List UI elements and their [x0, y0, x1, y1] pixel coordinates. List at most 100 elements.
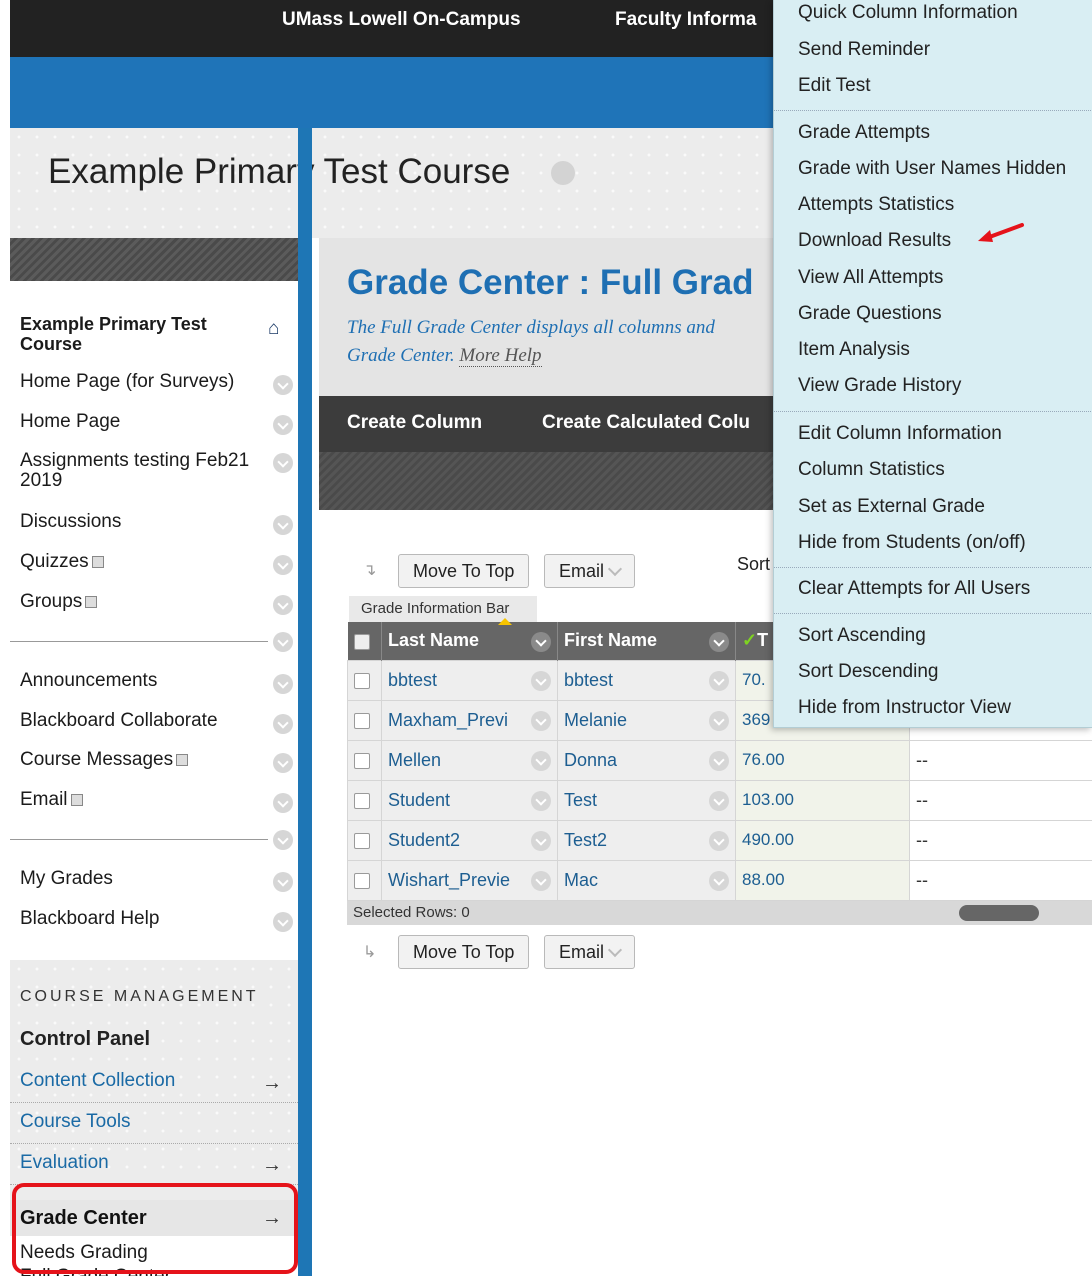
chevron-down-icon[interactable] — [273, 753, 293, 773]
select-all-header[interactable] — [347, 622, 382, 660]
menu-item-edit-column-information[interactable]: Edit Column Information — [798, 423, 1002, 445]
chevron-down-icon[interactable] — [273, 595, 293, 615]
sidebar-item-discussions[interactable]: Discussions — [20, 511, 121, 533]
chevron-down-icon[interactable] — [531, 670, 551, 691]
menu-item-grade-attempts[interactable]: Grade Attempts — [798, 122, 930, 144]
tab-umass-lowell-on-campus[interactable]: UMass Lowell On-Campus — [282, 9, 521, 31]
chevron-down-icon[interactable] — [551, 161, 575, 185]
chevron-down-icon[interactable] — [709, 790, 729, 811]
sidebar-item-announcements[interactable]: Announcements — [20, 670, 157, 692]
sidebar-course-link[interactable]: Example Primary Test Course — [20, 314, 260, 354]
chevron-down-icon[interactable] — [273, 830, 293, 850]
chevron-down-icon[interactable] — [273, 632, 293, 652]
row-select-cell[interactable] — [347, 779, 382, 821]
menu-item-send-reminder[interactable]: Send Reminder — [798, 39, 930, 61]
sidebar-item-home-page[interactable]: Home Page — [20, 411, 120, 433]
chevron-down-icon[interactable] — [709, 710, 729, 731]
evaluation-link[interactable]: Evaluation — [20, 1152, 109, 1174]
chevron-down-icon[interactable] — [273, 912, 293, 932]
row-checkbox[interactable] — [354, 792, 370, 809]
chevron-down-icon[interactable] — [709, 830, 729, 851]
chevron-down-icon[interactable] — [531, 830, 551, 851]
first-name-value[interactable]: bbtest — [564, 670, 613, 690]
row-checkbox[interactable] — [354, 752, 370, 769]
create-calculated-column-button[interactable]: Create Calculated Colu — [542, 412, 750, 434]
move-to-top-button-bottom[interactable]: Move To Top — [398, 935, 530, 969]
first-name-cell[interactable]: Test — [557, 779, 736, 821]
sidebar-item-home-page-surveys[interactable]: Home Page (for Surveys) — [20, 371, 234, 393]
first-name-value[interactable]: Mac — [564, 870, 598, 890]
row-checkbox[interactable] — [354, 672, 370, 689]
menu-item-sort-descending[interactable]: Sort Descending — [798, 661, 938, 683]
last-name-value[interactable]: bbtest — [388, 670, 437, 690]
first-name-cell[interactable]: bbtest — [557, 659, 736, 701]
right-arrow-icon[interactable]: → — [262, 1072, 282, 1095]
sidebar-item-blackboard-collaborate[interactable]: Blackboard Collaborate — [20, 710, 218, 732]
chevron-down-icon[interactable] — [273, 714, 293, 734]
chevron-down-icon[interactable] — [531, 870, 551, 891]
row-select-cell[interactable] — [347, 859, 382, 901]
score-cell[interactable]: 76.00 — [735, 739, 910, 781]
grade-cell[interactable]: -- — [909, 779, 1092, 821]
last-name-value[interactable]: Mellen — [388, 750, 441, 770]
last-name-cell[interactable]: Maxham_Previ — [381, 699, 558, 741]
menu-item-column-statistics[interactable]: Column Statistics — [798, 459, 945, 481]
last-name-value[interactable]: Wishart_Previe — [388, 870, 510, 890]
last-name-value[interactable]: Student — [388, 790, 450, 810]
chevron-down-icon[interactable] — [531, 632, 551, 652]
chevron-down-icon[interactable] — [273, 415, 293, 435]
first-name-cell[interactable]: Melanie — [557, 699, 736, 741]
chevron-down-icon[interactable] — [531, 710, 551, 731]
menu-item-sort-ascending[interactable]: Sort Ascending — [798, 625, 926, 647]
row-select-cell[interactable] — [347, 739, 382, 781]
chevron-down-icon[interactable] — [273, 375, 293, 395]
score-cell[interactable]: 88.00 — [735, 859, 910, 901]
first-name-cell[interactable]: Donna — [557, 739, 736, 781]
content-collection-link[interactable]: Content Collection — [20, 1070, 175, 1092]
select-all-checkbox[interactable] — [353, 633, 370, 650]
chevron-down-icon[interactable] — [709, 670, 729, 691]
chevron-down-icon[interactable] — [273, 872, 293, 892]
chevron-down-icon[interactable] — [273, 555, 293, 575]
score-cell[interactable]: 490.00 — [735, 819, 910, 861]
row-select-cell[interactable] — [347, 819, 382, 861]
first-name-value[interactable]: Donna — [564, 750, 617, 770]
menu-item-edit-test[interactable]: Edit Test — [798, 75, 871, 97]
menu-item-quick-column-information[interactable]: Quick Column Information — [798, 2, 1018, 24]
menu-item-hide-from-instructor-view[interactable]: Hide from Instructor View — [798, 697, 1011, 719]
row-checkbox[interactable] — [354, 832, 370, 849]
first-name-value[interactable]: Test — [564, 790, 597, 810]
column-header-last-name[interactable]: Last Name — [381, 618, 558, 660]
last-name-value[interactable]: Maxham_Previ — [388, 710, 508, 730]
sidebar-item-email[interactable]: Email — [20, 789, 83, 811]
menu-item-download-results[interactable]: Download Results — [798, 230, 951, 252]
column-header-first-name[interactable]: First Name — [557, 622, 736, 660]
chevron-down-icon[interactable] — [531, 790, 551, 811]
row-select-cell[interactable] — [347, 659, 382, 701]
sidebar-item-groups[interactable]: Groups — [20, 591, 98, 613]
grade-cell[interactable]: -- — [909, 739, 1092, 781]
menu-item-set-as-external-grade[interactable]: Set as External Grade — [798, 496, 985, 518]
row-checkbox[interactable] — [354, 872, 370, 889]
menu-item-view-grade-history[interactable]: View Grade History — [798, 375, 961, 397]
course-tools-link[interactable]: Course Tools — [20, 1111, 131, 1133]
last-name-cell[interactable]: Mellen — [381, 739, 558, 781]
tab-faculty-information[interactable]: Faculty Informa — [615, 9, 756, 31]
sidebar-item-blackboard-help[interactable]: Blackboard Help — [20, 908, 159, 930]
chevron-down-icon[interactable] — [709, 632, 729, 652]
score-cell[interactable]: 103.00 — [735, 779, 910, 821]
grade-cell[interactable]: -- — [909, 859, 1092, 901]
home-icon[interactable]: ⌂ — [268, 318, 279, 340]
chevron-down-icon[interactable] — [531, 750, 551, 771]
chevron-down-icon[interactable] — [709, 870, 729, 891]
menu-item-item-analysis[interactable]: Item Analysis — [798, 339, 910, 361]
chevron-down-icon[interactable] — [273, 453, 293, 473]
chevron-down-icon[interactable] — [273, 674, 293, 694]
menu-item-grade-with-user-names-hidden[interactable]: Grade with User Names Hidden — [798, 158, 1066, 180]
row-checkbox[interactable] — [354, 712, 370, 729]
sidebar-item-assignments[interactable]: Assignments testing Feb21 2019 — [20, 451, 260, 491]
grade-cell[interactable]: -- — [909, 819, 1092, 861]
menu-item-clear-attempts[interactable]: Clear Attempts for All Users — [798, 578, 1030, 600]
chevron-down-icon[interactable] — [273, 515, 293, 535]
last-name-cell[interactable]: Wishart_Previe — [381, 859, 558, 901]
